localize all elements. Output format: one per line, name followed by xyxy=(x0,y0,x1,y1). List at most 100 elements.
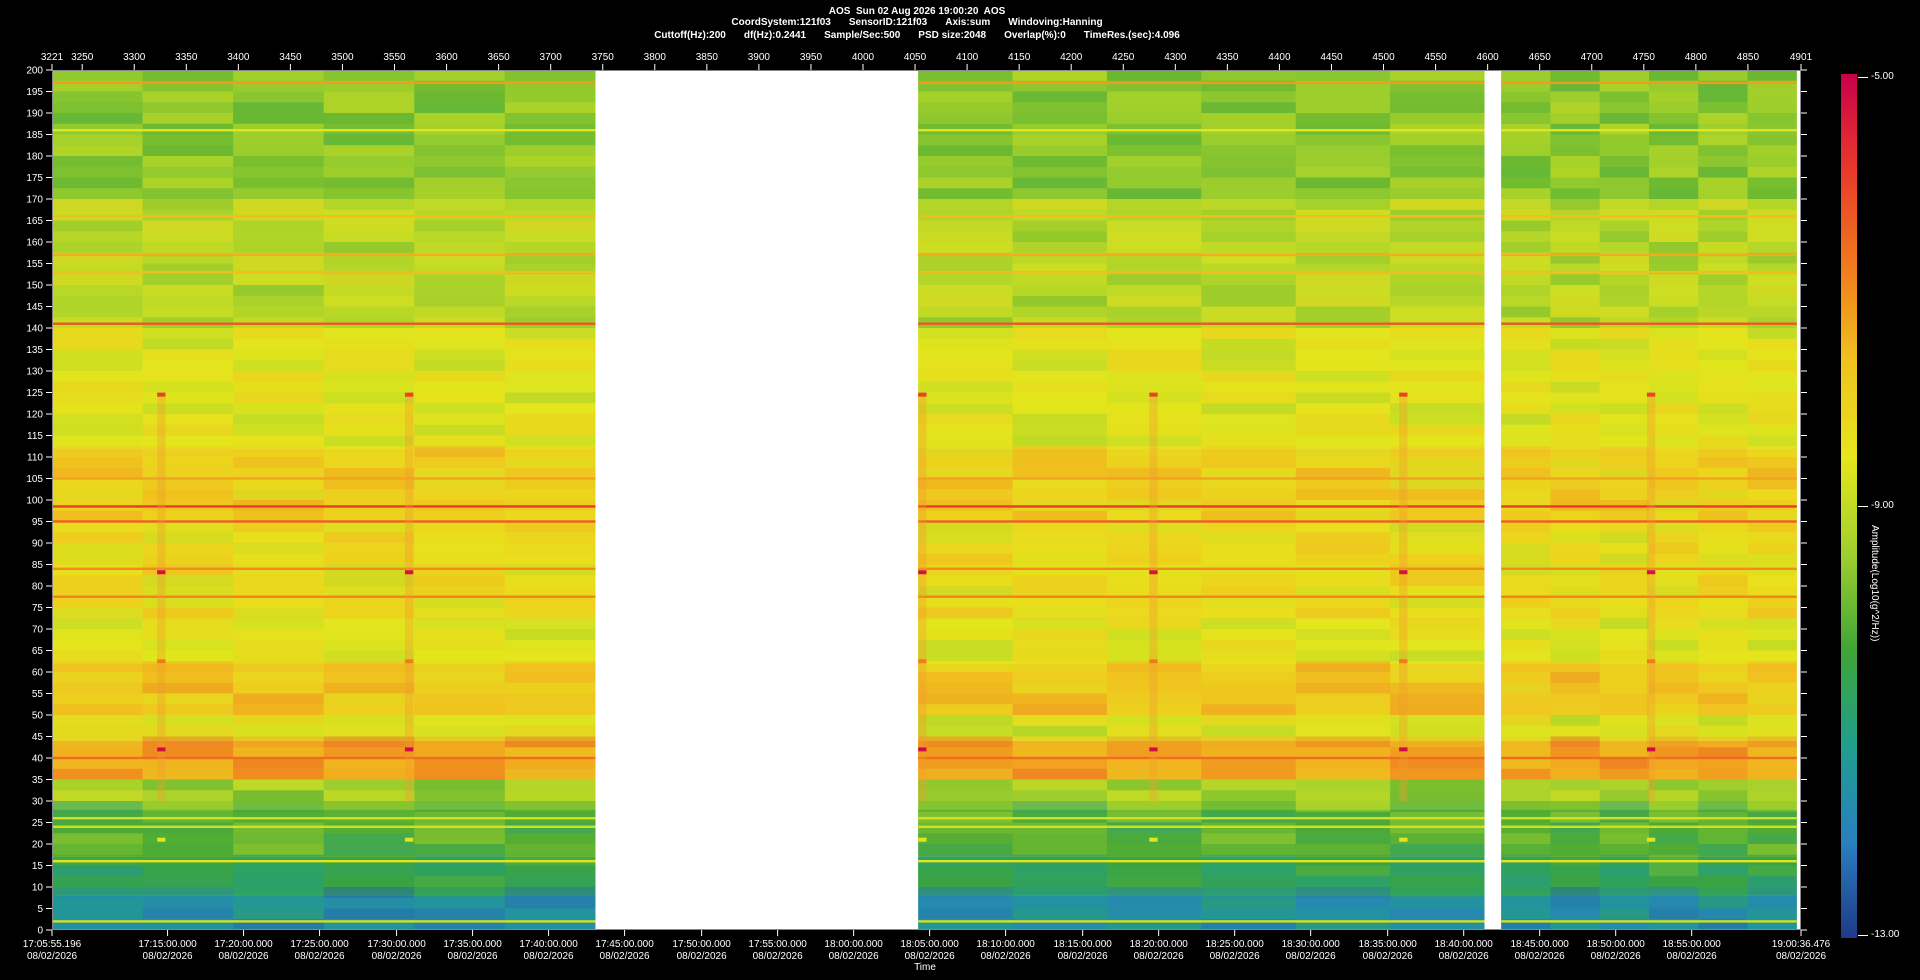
noise-cell xyxy=(1295,403,1391,414)
noise-cell xyxy=(1550,672,1600,683)
noise-cell xyxy=(1106,338,1202,350)
noise-cell xyxy=(233,295,324,307)
noise-cell xyxy=(142,134,234,146)
noise-cell xyxy=(1501,865,1551,877)
noise-cell xyxy=(1012,865,1107,877)
noise-cell xyxy=(233,790,324,801)
noise-cell xyxy=(504,113,596,124)
event-mark xyxy=(1149,659,1158,664)
noise-cell xyxy=(233,188,324,199)
noise-cell xyxy=(1501,489,1551,500)
noise-cell xyxy=(323,467,415,479)
noise-cell xyxy=(1550,532,1600,543)
noise-cell xyxy=(323,145,415,156)
noise-cell xyxy=(918,220,1013,232)
noise-cell xyxy=(52,844,143,855)
noise-cell xyxy=(1747,801,1797,812)
noise-cell xyxy=(1501,166,1551,178)
noise-cell xyxy=(1501,833,1551,844)
noise-cell xyxy=(918,790,1013,801)
noise-cell xyxy=(142,188,234,199)
noise-cell xyxy=(918,543,1013,554)
harmonic-line xyxy=(1501,817,1797,820)
noise-cell xyxy=(504,801,596,812)
top-tick-label: 4100 xyxy=(956,52,979,63)
noise-cell xyxy=(1012,650,1107,662)
noise-cell xyxy=(1747,908,1797,920)
noise-cell xyxy=(1698,758,1748,769)
noise-cell xyxy=(323,650,415,662)
noise-cell xyxy=(1501,779,1551,791)
harmonic-line xyxy=(1501,129,1797,132)
noise-cell xyxy=(918,532,1013,543)
df-label: df(Hz):0.2441 xyxy=(743,30,807,41)
noise-cell xyxy=(1747,166,1797,178)
noise-cell xyxy=(1599,360,1650,371)
noise-cell xyxy=(414,231,505,242)
noise-cell xyxy=(323,725,415,737)
noise-cell xyxy=(1649,349,1699,361)
noise-cell xyxy=(142,607,234,619)
noise-cell xyxy=(52,801,143,812)
noise-cell xyxy=(1201,790,1296,801)
noise-cell xyxy=(1501,285,1551,296)
noise-cell xyxy=(918,457,1013,468)
noise-cell xyxy=(1550,70,1600,81)
noise-cell xyxy=(1295,177,1391,189)
noise-cell xyxy=(504,865,596,877)
noise-cell xyxy=(1747,156,1797,167)
noise-cell xyxy=(142,70,234,81)
noise-cell xyxy=(918,478,1013,490)
noise-cell xyxy=(1550,887,1600,898)
noise-cell xyxy=(142,521,234,533)
noise-cell xyxy=(323,521,415,533)
bottom-tick-date: 08/02/2026 xyxy=(1439,951,1489,962)
noise-cell xyxy=(323,586,415,597)
noise-cell xyxy=(504,768,596,780)
noise-cell xyxy=(1012,166,1107,178)
noise-cell xyxy=(1550,897,1600,909)
noise-cell xyxy=(1550,575,1600,586)
noise-cell xyxy=(1012,177,1107,189)
noise-cell xyxy=(52,768,143,780)
noise-cell xyxy=(1747,231,1797,242)
noise-cell xyxy=(323,489,415,500)
noise-cell xyxy=(1599,338,1650,350)
spectrogram-plot[interactable] xyxy=(52,70,1801,930)
noise-cell xyxy=(1012,242,1107,253)
noise-cell xyxy=(1501,371,1551,382)
noise-cell xyxy=(1295,521,1391,533)
bottom-tick-date: 08/02/2026 xyxy=(524,951,574,962)
noise-cell xyxy=(1747,865,1797,877)
noise-cell xyxy=(414,392,505,404)
noise-cell xyxy=(1698,618,1748,629)
noise-cell xyxy=(1106,188,1202,199)
noise-cell xyxy=(1295,736,1391,748)
noise-cell xyxy=(504,725,596,737)
noise-cell xyxy=(323,177,415,189)
spectrogram-svg[interactable] xyxy=(52,70,1801,930)
noise-cell xyxy=(1390,70,1485,81)
noise-cell xyxy=(1747,833,1797,844)
top-tick-label: 3550 xyxy=(383,52,406,63)
noise-cell xyxy=(1649,424,1699,436)
noise-cell xyxy=(1550,650,1600,662)
noise-cell xyxy=(1201,553,1296,565)
noise-cell xyxy=(1747,543,1797,554)
noise-cell xyxy=(504,403,596,414)
noise-cell xyxy=(1550,177,1600,189)
noise-cell xyxy=(504,897,596,909)
noise-cell xyxy=(1550,134,1600,146)
noise-cell xyxy=(1599,489,1650,500)
noise-cell xyxy=(233,607,324,619)
noise-cell xyxy=(1747,489,1797,500)
noise-cell xyxy=(52,156,143,167)
noise-cell xyxy=(918,231,1013,242)
noise-cell xyxy=(52,446,143,457)
noise-cell xyxy=(1501,392,1551,404)
noise-cell xyxy=(1201,91,1296,103)
noise-cell xyxy=(1295,199,1391,210)
noise-cell xyxy=(1599,510,1650,522)
bottom-tick-date: 08/02/2026 xyxy=(27,951,77,962)
noise-cell xyxy=(1599,844,1650,855)
